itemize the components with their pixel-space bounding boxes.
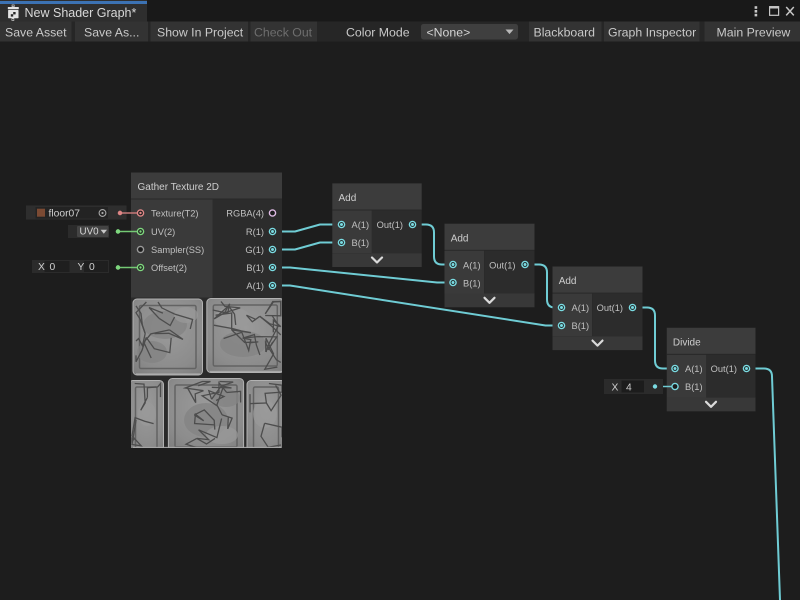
svg-text:Main Preview: Main Preview (717, 25, 791, 39)
svg-text:Out(1): Out(1) (597, 303, 623, 313)
svg-text:<None>: <None> (427, 25, 471, 39)
svg-text:Color Mode: Color Mode (346, 25, 410, 39)
svg-text:Sampler(SS): Sampler(SS) (151, 245, 204, 255)
svg-text:A(1): A(1) (463, 260, 481, 270)
svg-text:UV(2): UV(2) (151, 227, 175, 237)
svg-text:A(1): A(1) (246, 281, 264, 291)
svg-text:B(1): B(1) (463, 278, 481, 288)
svg-text:G(1): G(1) (245, 245, 264, 255)
svg-text:X: X (612, 382, 619, 393)
svg-text:B(1): B(1) (685, 382, 703, 392)
svg-text:UV0: UV0 (80, 227, 100, 238)
svg-text:Check Out: Check Out (254, 25, 313, 39)
svg-text:Add: Add (451, 233, 469, 244)
svg-text:RGBA(4): RGBA(4) (226, 209, 264, 219)
svg-text:Offset(2): Offset(2) (151, 263, 187, 273)
svg-text:Blackboard: Blackboard (534, 25, 596, 39)
svg-text:Divide: Divide (673, 337, 701, 348)
svg-text:Gather Texture 2D: Gather Texture 2D (138, 182, 220, 193)
svg-text:Save Asset: Save Asset (5, 25, 67, 39)
svg-text:New Shader Graph*: New Shader Graph* (25, 6, 137, 20)
svg-text:Out(1): Out(1) (377, 220, 403, 230)
svg-text:4: 4 (626, 382, 632, 393)
svg-text:Add: Add (339, 193, 357, 204)
svg-text:0: 0 (89, 262, 95, 273)
svg-text:A(1): A(1) (352, 220, 370, 230)
svg-text:Out(1): Out(1) (489, 260, 515, 270)
svg-text:Y: Y (78, 262, 85, 273)
svg-text:Texture(T2): Texture(T2) (151, 209, 199, 219)
svg-text:floor07: floor07 (49, 209, 81, 220)
svg-text:Show In Project: Show In Project (157, 25, 244, 39)
svg-text:X: X (38, 262, 45, 273)
svg-text:Add: Add (559, 276, 577, 287)
svg-text:Graph Inspector: Graph Inspector (608, 25, 696, 39)
svg-text:B(1): B(1) (352, 238, 370, 248)
svg-text:R(1): R(1) (246, 227, 264, 237)
svg-text:Out(1): Out(1) (711, 364, 737, 374)
svg-text:Save As...: Save As... (84, 25, 139, 39)
svg-text:A(1): A(1) (685, 364, 703, 374)
svg-text:A(1): A(1) (572, 303, 590, 313)
svg-text:B(1): B(1) (572, 321, 590, 331)
svg-text:0: 0 (50, 262, 56, 273)
svg-text:B(1): B(1) (246, 263, 264, 273)
